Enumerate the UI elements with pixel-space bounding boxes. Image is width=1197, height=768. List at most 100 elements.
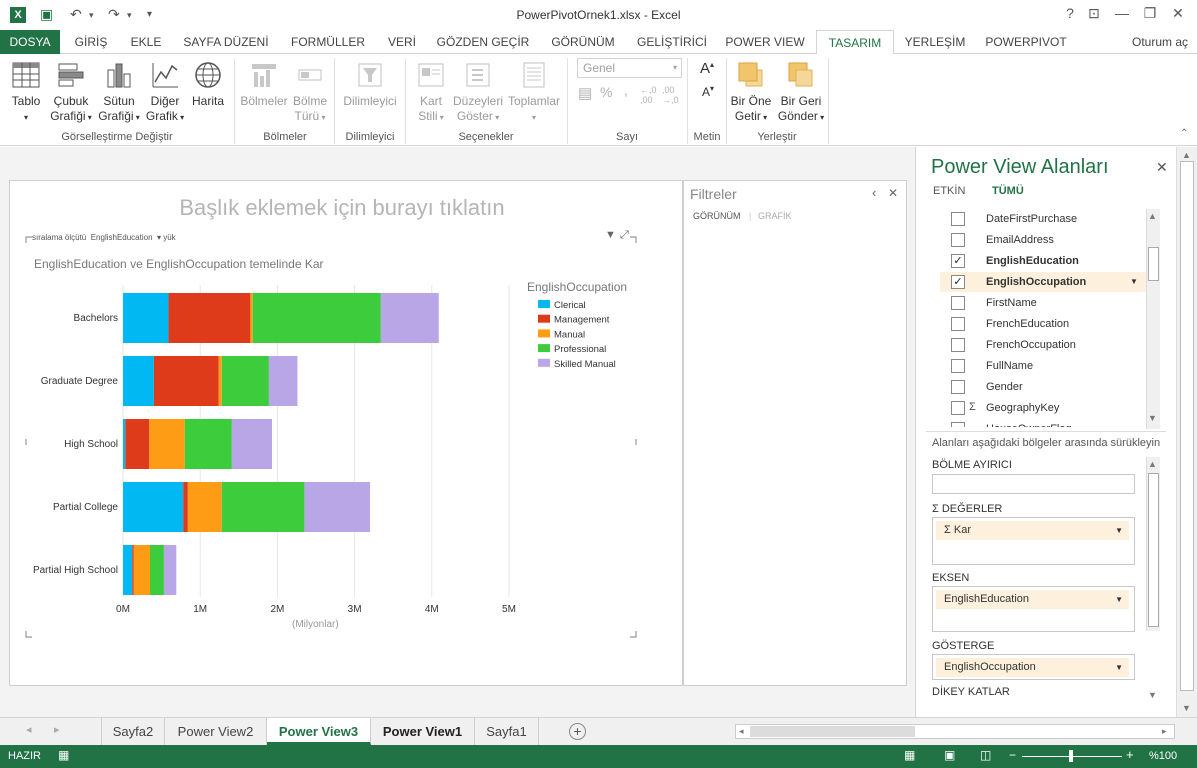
- increase-decimal-icon[interactable]: ←,0,00: [640, 85, 657, 105]
- field-dropdown-icon[interactable]: ▼: [1115, 590, 1123, 609]
- bar-segment[interactable]: [187, 482, 222, 532]
- close-filters-icon[interactable]: ✕: [888, 186, 898, 200]
- bar-segment[interactable]: [125, 419, 150, 469]
- field-dropdown-icon[interactable]: ▼: [1115, 658, 1123, 677]
- field-list-scrollbar[interactable]: ▲ ▼: [1146, 209, 1160, 429]
- scroll-up-icon[interactable]: ▲: [1148, 211, 1157, 221]
- decrease-decimal-icon[interactable]: ,00 →,0: [662, 85, 679, 105]
- card-style-button[interactable]: Kart Stili ▾: [410, 60, 452, 125]
- sheet-tab-power-view1[interactable]: Power View1: [371, 718, 475, 745]
- field-dropdown-icon[interactable]: ▼: [1130, 277, 1138, 286]
- sheet-scroll-left-icon[interactable]: ◂: [26, 723, 32, 736]
- sheet-tab-sayfa1[interactable]: Sayfa1: [475, 718, 539, 745]
- tab-view[interactable]: GÖRÜNÜM: [542, 30, 624, 54]
- bar-segment[interactable]: [231, 419, 272, 469]
- field-checkbox[interactable]: [951, 359, 965, 373]
- sheet-tab-power-view3[interactable]: Power View3: [267, 718, 371, 745]
- macro-record-icon[interactable]: ▦: [58, 748, 69, 762]
- stacked-bar-chart[interactable]: 0M 1M 2M 3M 4M 5M Bachelors Graduate Degree High…: [10, 181, 682, 685]
- scroll-thumb[interactable]: [750, 726, 915, 737]
- tab-formulas[interactable]: FORMÜLLER: [282, 30, 374, 54]
- number-format-dropdown[interactable]: Genel ▾: [577, 58, 682, 78]
- tab-file[interactable]: DOSYA: [0, 30, 60, 54]
- bar-segment[interactable]: [133, 545, 151, 595]
- normal-view-icon[interactable]: ▦: [904, 748, 915, 762]
- bar-segment[interactable]: [123, 419, 126, 469]
- tab-powerpivot[interactable]: POWERPIVOT: [976, 30, 1076, 54]
- bar-segment[interactable]: [123, 293, 169, 343]
- field-checkbox[interactable]: [951, 422, 965, 427]
- tab-design[interactable]: TASARIM: [816, 30, 894, 55]
- legend-field-englishoccupation[interactable]: EnglishOccupation ▼: [936, 658, 1129, 677]
- field-checkbox[interactable]: [951, 380, 965, 394]
- tab-layout[interactable]: YERLEŞİM: [900, 30, 970, 54]
- tab-chart-filters[interactable]: GRAFİK: [758, 211, 792, 221]
- show-levels-button[interactable]: Düzeyleri Göster ▾: [452, 60, 504, 125]
- legend-well[interactable]: EnglishOccupation ▼: [932, 654, 1135, 680]
- add-sheet-button[interactable]: +: [569, 723, 586, 740]
- field-checkbox[interactable]: ✓: [951, 275, 965, 289]
- zoom-slider-thumb[interactable]: [1069, 750, 1073, 762]
- comma-icon[interactable]: ,: [624, 82, 628, 98]
- field-item[interactable]: Σ GeographyKey: [940, 398, 1146, 418]
- map-button[interactable]: Harita: [188, 60, 228, 109]
- minimize-button[interactable]: —: [1108, 5, 1136, 21]
- field-item[interactable]: HouseOwnerFlag: [940, 419, 1146, 427]
- bar-segment[interactable]: [218, 356, 222, 406]
- bar-segment[interactable]: [380, 293, 439, 343]
- close-button[interactable]: ✕: [1164, 5, 1192, 22]
- tab-all-fields[interactable]: TÜMÜ: [992, 185, 1024, 197]
- field-checkbox[interactable]: [951, 212, 965, 226]
- currency-icon[interactable]: ▤: [578, 84, 592, 102]
- sign-in-link[interactable]: Oturum aç: [1132, 30, 1197, 54]
- field-checkbox[interactable]: [951, 296, 965, 310]
- bar-segment[interactable]: [221, 356, 269, 406]
- worksheet-vertical-scrollbar[interactable]: ▲ ▼: [1176, 147, 1197, 717]
- collapse-filters-icon[interactable]: ‹: [872, 185, 876, 200]
- scroll-up-icon[interactable]: ▲: [1148, 459, 1157, 469]
- field-item[interactable]: FrenchOccupation: [940, 335, 1146, 355]
- sheet-scroll-right-icon[interactable]: ▸: [54, 723, 60, 736]
- zoom-in-button[interactable]: +: [1126, 747, 1134, 762]
- scroll-down-icon[interactable]: ▼: [1148, 690, 1157, 700]
- tab-data[interactable]: VERİ: [380, 30, 424, 54]
- scroll-right-icon[interactable]: ▸: [1162, 726, 1167, 737]
- bar-segment[interactable]: [252, 293, 381, 343]
- tiles-button[interactable]: Bölmeler: [238, 60, 290, 109]
- power-view-canvas[interactable]: Başlık eklemek için burayı tıklatın sıra…: [9, 180, 683, 686]
- bar-segment[interactable]: [163, 545, 177, 595]
- bar-segment[interactable]: [123, 356, 154, 406]
- close-fields-pane-icon[interactable]: ✕: [1156, 159, 1168, 176]
- page-break-view-icon[interactable]: ◫: [980, 748, 991, 762]
- field-checkbox[interactable]: [951, 338, 965, 352]
- slicer-button[interactable]: Dilimleyici: [338, 60, 402, 109]
- bar-segment[interactable]: [123, 545, 133, 595]
- ribbon-display-options-icon[interactable]: ⊡: [1080, 5, 1108, 22]
- page-layout-view-icon[interactable]: ▣: [944, 748, 955, 762]
- values-field-kar[interactable]: Σ Kar ▼: [936, 521, 1129, 540]
- bar-segment[interactable]: [132, 545, 134, 595]
- bar-segment[interactable]: [149, 419, 185, 469]
- column-chart-button[interactable]: Sütun Grafiği ▾: [96, 60, 142, 125]
- axis-well[interactable]: EnglishEducation ▼: [932, 586, 1135, 632]
- tab-review[interactable]: GÖZDEN GEÇİR: [430, 30, 536, 54]
- field-item[interactable]: ✓ EnglishOccupation ▼: [940, 272, 1146, 292]
- field-checkbox[interactable]: [951, 317, 965, 331]
- layout-scrollbar[interactable]: ▲: [1146, 457, 1160, 631]
- increase-font-icon[interactable]: A▴: [700, 60, 714, 77]
- field-checkbox[interactable]: [951, 233, 965, 247]
- axis-field-englisheducation[interactable]: EnglishEducation ▼: [936, 590, 1129, 609]
- scroll-thumb[interactable]: [1180, 161, 1194, 691]
- field-dropdown-icon[interactable]: ▼: [1115, 521, 1123, 540]
- field-item[interactable]: FullName: [940, 356, 1146, 376]
- bring-forward-button[interactable]: Bir Öne Getir ▾: [728, 60, 774, 125]
- send-backward-button[interactable]: Bir Geri Gönder ▾: [776, 60, 826, 125]
- bar-segment[interactable]: [123, 482, 184, 532]
- tile-type-button[interactable]: Bölme Türü ▾: [290, 60, 330, 125]
- field-item[interactable]: Gender: [940, 377, 1146, 397]
- scroll-down-icon[interactable]: ▼: [1182, 703, 1191, 713]
- horizontal-scrollbar[interactable]: ◂ ▸: [735, 724, 1175, 739]
- field-item[interactable]: DateFirstPurchase: [940, 209, 1146, 229]
- scroll-left-icon[interactable]: ◂: [739, 726, 744, 737]
- values-well[interactable]: Σ Kar ▼: [932, 517, 1135, 565]
